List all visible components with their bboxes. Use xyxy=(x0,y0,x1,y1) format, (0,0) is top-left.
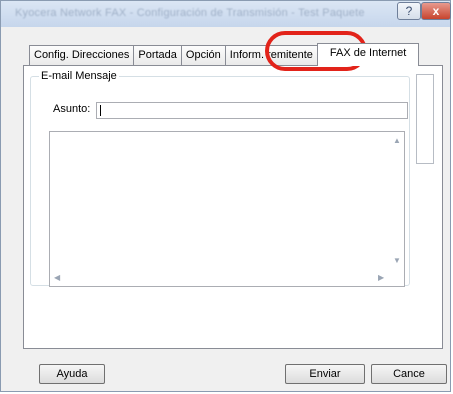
email-message-group: E-mail Mensaje Asunto: ▲ ▼ ◀ ▶ xyxy=(30,70,410,287)
dialog-window: Kyocera Network FAX - Configuración de T… xyxy=(0,0,451,392)
group-title: E-mail Mensaje xyxy=(39,70,119,82)
title-bar: Kyocera Network FAX - Configuración de T… xyxy=(1,1,451,27)
tab-opcion[interactable]: Opción xyxy=(180,45,226,65)
subject-label: Asunto: xyxy=(53,103,91,115)
send-button[interactable]: Enviar xyxy=(285,364,365,384)
tab-fax-de-internet[interactable]: FAX de Internet xyxy=(316,43,420,66)
text-caret xyxy=(100,105,101,116)
help-button[interactable]: Ayuda xyxy=(39,364,105,384)
tab-portada[interactable]: Portada xyxy=(133,45,182,65)
side-panel-box xyxy=(416,74,434,164)
close-icon[interactable]: x xyxy=(421,2,451,20)
tab-strip: Config. Direcciones Portada Opción Infor… xyxy=(29,43,420,66)
vertical-scrollbar[interactable]: ▲ ▼ xyxy=(388,132,404,270)
help-icon[interactable]: ? xyxy=(397,2,421,20)
tab-config-direcciones[interactable]: Config. Direcciones xyxy=(29,45,135,65)
message-textarea[interactable]: ▲ ▼ ◀ ▶ xyxy=(49,131,405,287)
horizontal-scrollbar[interactable]: ◀ ▶ xyxy=(50,270,388,286)
scroll-left-icon[interactable]: ◀ xyxy=(54,273,60,282)
scroll-right-icon[interactable]: ▶ xyxy=(378,273,384,282)
window-title: Kyocera Network FAX - Configuración de T… xyxy=(15,7,365,19)
tab-panel: E-mail Mensaje Asunto: ▲ ▼ ◀ ▶ xyxy=(23,65,443,349)
subject-input[interactable] xyxy=(96,102,408,119)
cancel-button[interactable]: Cance xyxy=(371,364,447,384)
scroll-up-icon[interactable]: ▲ xyxy=(393,136,401,145)
scroll-down-icon[interactable]: ▼ xyxy=(393,256,401,265)
